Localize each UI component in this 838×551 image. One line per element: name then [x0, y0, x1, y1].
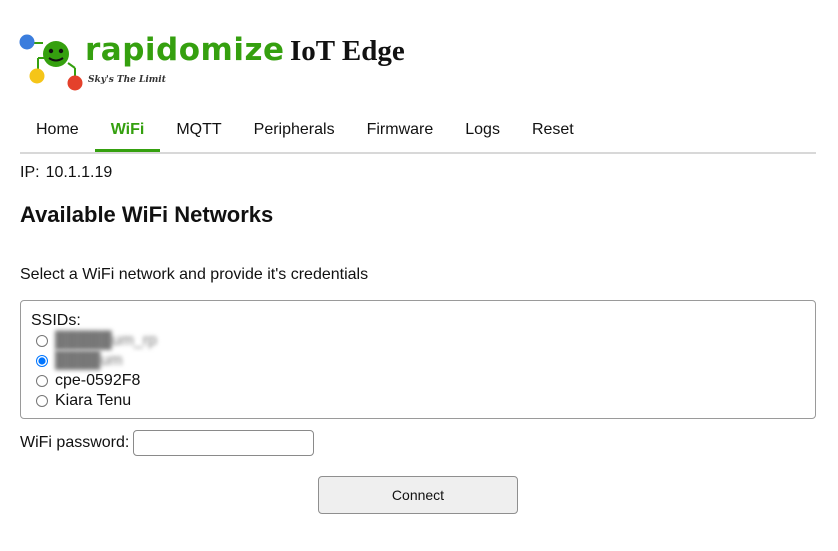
ssid-label: ████um: [55, 352, 123, 369]
logo-mark-icon: [19, 34, 83, 91]
wifi-password-input[interactable]: [133, 430, 315, 456]
ip-value: 10.1.1.19: [45, 164, 113, 181]
nav-tab-home[interactable]: Home: [20, 109, 95, 150]
header: rapidomize Sky's The Limit IoT Edge: [18, 30, 438, 92]
ssid-radio[interactable]: [36, 355, 48, 367]
ssid-radio[interactable]: [36, 335, 48, 347]
ssid-option[interactable]: Kiara Tenu: [31, 391, 805, 411]
nav-tab-peripherals[interactable]: Peripherals: [238, 109, 351, 150]
ssid-option[interactable]: cpe-0592F8: [31, 371, 805, 391]
brand-name: rapidomize: [85, 32, 285, 68]
password-row: WiFi password:: [20, 430, 315, 456]
ssid-legend: SSIDs:: [31, 312, 81, 329]
nav-tab-reset[interactable]: Reset: [516, 109, 590, 150]
ssid-label: cpe-0592F8: [55, 372, 141, 389]
ssid-label: Kiara Tenu: [55, 392, 132, 409]
ssid-label: █████um_rp: [55, 332, 158, 349]
ssid-fieldset: SSIDs: █████um_rp ████um cpe-0592F8 Kiar…: [20, 300, 816, 419]
nav-tab-mqtt[interactable]: MQTT: [160, 109, 237, 150]
nav-tab-logs[interactable]: Logs: [449, 109, 516, 150]
rapidomize-logo: rapidomize Sky's The Limit: [18, 30, 284, 92]
ssid-radio[interactable]: [36, 375, 48, 387]
ssid-radio[interactable]: [36, 395, 48, 407]
main-nav: Home WiFi MQTT Peripherals Firmware Logs…: [20, 109, 816, 154]
ssid-option[interactable]: █████um_rp: [31, 331, 805, 351]
ssid-option[interactable]: ████um: [31, 351, 805, 371]
ip-address: IP: 10.1.1.19: [20, 164, 118, 182]
app-title: IoT Edge: [290, 35, 405, 67]
password-label: WiFi password:: [20, 434, 130, 451]
ip-label: IP:: [20, 164, 40, 181]
page-title: Available WiFi Networks: [20, 202, 274, 227]
nav-tab-wifi[interactable]: WiFi: [94, 109, 161, 152]
brand-tagline: Sky's The Limit: [88, 75, 166, 85]
connect-button[interactable]: Connect: [318, 476, 518, 514]
instructions-text: Select a WiFi network and provide it's c…: [20, 266, 369, 283]
nav-tab-firmware[interactable]: Firmware: [351, 109, 450, 150]
